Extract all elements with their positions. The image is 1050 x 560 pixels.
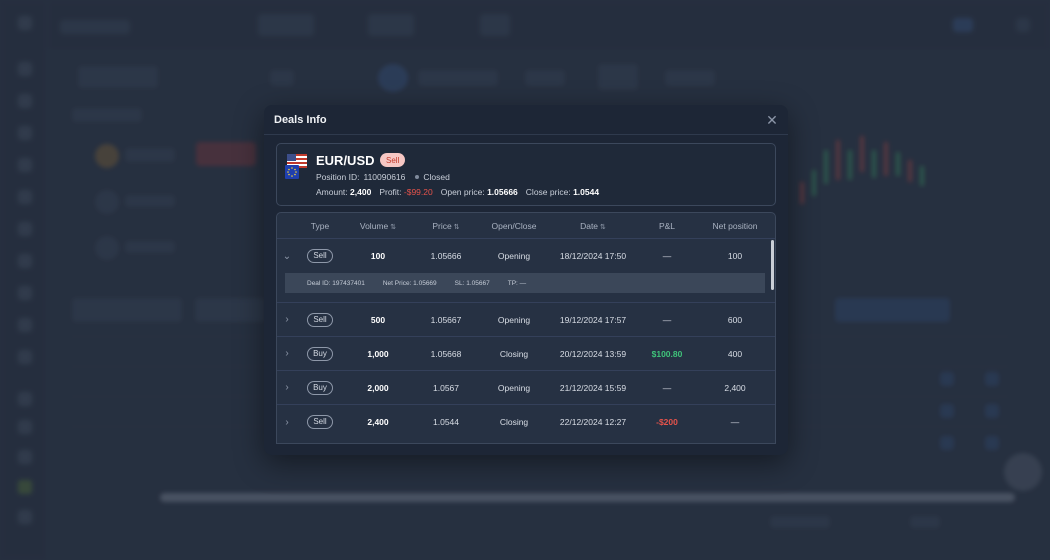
position-id-label: Position ID: xyxy=(316,172,360,182)
header-type: Type xyxy=(310,220,330,231)
chevron-right-icon[interactable]: › xyxy=(277,417,297,428)
deal-price: 1.0544 xyxy=(433,417,459,427)
deal-volume: 2,000 xyxy=(367,382,389,393)
deal-open-close: Closing xyxy=(499,417,529,427)
header-pnl: P&L xyxy=(658,220,676,231)
deal-type-pill: Sell xyxy=(307,415,333,429)
open-price-label: Open price: xyxy=(440,187,485,197)
chevron-right-icon[interactable]: › xyxy=(277,382,297,393)
detail-net-price: Net Price: 1.05669 xyxy=(382,279,437,287)
chevron-right-icon[interactable]: › xyxy=(277,314,297,325)
deal-type-pill: Buy xyxy=(307,346,333,361)
deal-volume: 1,000 xyxy=(367,348,389,359)
deal-pnl: — xyxy=(662,382,672,393)
deal-date: 20/12/2024 13:59 xyxy=(559,348,627,359)
currency-pair: EUR/USD xyxy=(316,153,375,168)
deal-pnl: — xyxy=(662,314,672,325)
deal-net-position: 2,400 xyxy=(724,382,746,393)
header-price[interactable]: Price ⇅ xyxy=(413,221,479,231)
table-row[interactable]: › Sell 500 1.05667 Opening 19/12/2024 17… xyxy=(277,303,775,337)
profit-value: -$99.20 xyxy=(403,187,433,197)
deals-table: Type Volume ⇅ Price ⇅ Open/Close Date ⇅ P&L… xyxy=(276,212,776,444)
table-header: Type Volume ⇅ Price ⇅ Open/Close Date ⇅ P&L… xyxy=(277,213,775,239)
deal-date: 19/12/2024 17:57 xyxy=(559,314,627,325)
position-summary: EUR/USD Sell Position ID: 110090616 Clos… xyxy=(276,143,776,206)
sort-icon[interactable]: ⇅ xyxy=(390,224,396,231)
deal-price: 1.05666 xyxy=(430,251,462,261)
chevron-right-icon[interactable]: › xyxy=(277,348,297,359)
deal-date: 18/12/2024 17:50 xyxy=(559,251,627,261)
deal-net-position: — xyxy=(730,417,740,427)
deal-detail-panel: Deal ID: 197437401 Net Price: 1.05669 SL… xyxy=(285,273,765,293)
deal-volume: 2,400 xyxy=(367,417,389,427)
deal-pnl: — xyxy=(662,251,672,261)
deal-net-position: 100 xyxy=(727,251,743,261)
detail-sl: SL: 1.05667 xyxy=(454,279,490,287)
table-scrollbar[interactable] xyxy=(771,240,774,290)
deal-net-position: 600 xyxy=(727,314,743,325)
position-meta: Position ID: 110090616 Closed xyxy=(316,172,450,182)
close-price-value: 1.0544 xyxy=(573,187,600,197)
profit-label: Profit: xyxy=(379,187,402,197)
position-stats: Amount: 2,400 Profit: -$99.20 Open price… xyxy=(316,187,599,197)
table-row[interactable]: › Buy 1,000 1.05668 Closing 20/12/2024 1… xyxy=(277,337,775,371)
deal-type-pill: Buy xyxy=(307,380,333,395)
table-row[interactable]: ⌄ Sell 100 1.05666 Opening 18/12/2024 17… xyxy=(277,239,775,273)
deal-price: 1.0567 xyxy=(433,382,459,393)
close-icon[interactable]: ✕ xyxy=(765,113,779,127)
chevron-down-icon[interactable]: ⌄ xyxy=(277,251,297,262)
modal-header: Deals Info ✕ xyxy=(264,105,788,135)
deal-pnl: -$200 xyxy=(656,417,678,427)
currency-flags-icon xyxy=(285,154,307,179)
deals-info-modal: Deals Info ✕ EUR/USD Sell Position ID: 1… xyxy=(264,105,788,455)
deal-net-position: 400 xyxy=(727,348,743,359)
sort-icon[interactable]: ⇅ xyxy=(600,224,606,231)
deal-price: 1.05668 xyxy=(430,348,462,359)
detail-spacer xyxy=(277,293,775,303)
header-volume[interactable]: Volume ⇅ xyxy=(343,221,413,231)
header-net-position: Net position xyxy=(712,220,758,231)
side-badge: Sell xyxy=(380,153,406,167)
deal-open-close: Opening xyxy=(497,314,531,325)
deal-type-pill: Sell xyxy=(307,249,333,263)
modal-title: Deals Info xyxy=(274,113,327,126)
deal-date: 21/12/2024 15:59 xyxy=(559,382,627,393)
table-row[interactable]: › Buy 2,000 1.0567 Opening 21/12/2024 15… xyxy=(277,371,775,405)
deal-open-close: Closing xyxy=(499,348,529,359)
detail-deal-id: Deal ID: 197437401 xyxy=(307,279,365,287)
eu-flag-icon xyxy=(285,165,299,179)
deal-date: 22/12/2024 12:27 xyxy=(559,417,627,427)
amount-value: 2,400 xyxy=(350,187,372,197)
detail-tp: TP: — xyxy=(507,279,527,287)
deal-price: 1.05667 xyxy=(430,314,462,325)
status-dot-icon xyxy=(415,175,420,179)
deal-pnl: $100.80 xyxy=(651,348,683,359)
deal-volume: 100 xyxy=(370,251,386,261)
position-status: Closed xyxy=(423,172,450,182)
header-open-close: Open/Close xyxy=(491,220,537,231)
deal-volume: 500 xyxy=(370,314,386,325)
deal-type-pill: Sell xyxy=(307,312,333,327)
deal-open-close: Opening xyxy=(497,251,531,261)
deal-open-close: Opening xyxy=(497,382,531,393)
table-row[interactable]: › Sell 2,400 1.0544 Closing 22/12/2024 1… xyxy=(277,405,775,439)
open-price-value: 1.05666 xyxy=(487,187,518,197)
header-date[interactable]: Date ⇅ xyxy=(549,221,637,231)
amount-label: Amount: xyxy=(316,187,348,197)
close-price-label: Close price: xyxy=(525,187,571,197)
position-id: 110090616 xyxy=(363,172,406,182)
sort-icon[interactable]: ⇅ xyxy=(454,224,460,231)
